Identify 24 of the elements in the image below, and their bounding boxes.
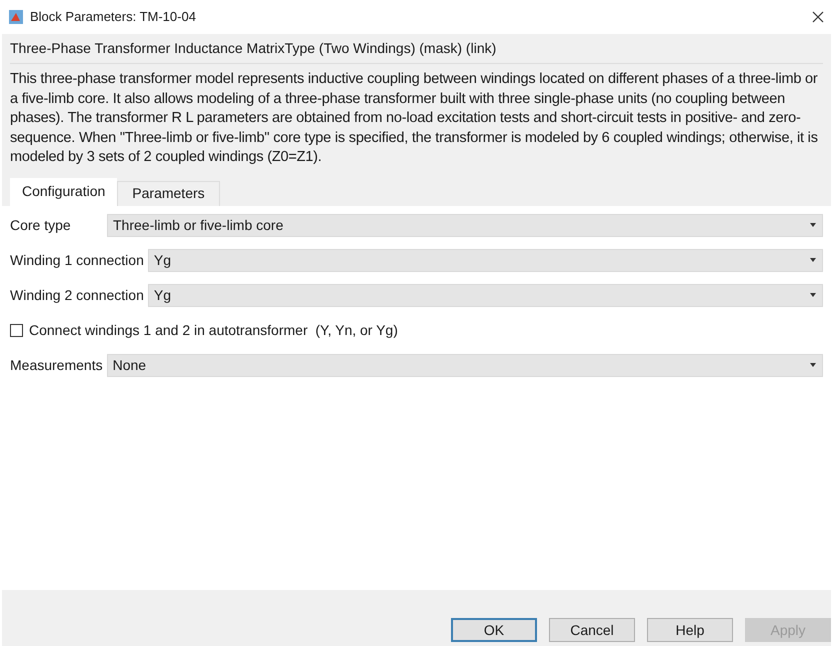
caret-icon [810, 258, 816, 262]
dialog-button[interactable]: Help [647, 618, 733, 642]
close-icon[interactable] [811, 10, 825, 24]
dialog-button[interactable]: Cancel [549, 618, 635, 642]
dropdown[interactable]: Yg [148, 248, 823, 272]
checkbox-label: Connect windings 1 and 2 in autotransformer (Y, Yn, or Yg) [29, 320, 398, 340]
tab[interactable]: Configuration [10, 178, 118, 206]
field-label: Core type [10, 216, 72, 235]
app-icon [8, 9, 24, 25]
dialog-button[interactable]: OK [451, 618, 537, 642]
dropdown[interactable]: Yg [148, 284, 823, 306]
field-label: Winding 1 connection [10, 250, 144, 270]
dropdown[interactable]: Three-limb or five-limb core [107, 214, 823, 236]
field-label: Winding 2 connection [10, 286, 144, 305]
block-description: This three-phase transformer model represents inductive coupling between windings located on different phases of a three-limb or a five-limb core. It also allows modeling of a three-phase transformer built with three single-phase units (no coupling between phases). The transformer R L parameters are obtained from no-load excitation tests and short-circuit tests in positive- and zero-sequence. When "Three-limb or five-limb" core type is specified, the transformer is modeled by 6 coupled windings; otherwise, it is modeled by 3 sets of 2 coupled windings (Z0=Z1). [10, 70, 819, 167]
dropdown[interactable]: None [106, 354, 823, 376]
checkbox[interactable] [10, 324, 23, 336]
window-title: Block Parameters: TM-10-04 [30, 8, 196, 26]
caret-icon [810, 363, 816, 367]
field-label: Measurements [10, 356, 103, 374]
tab[interactable]: Parameters [117, 180, 220, 206]
caret-icon [810, 293, 816, 297]
block-title: Three-Phase Transformer Inductance MatrixType (Two Windings) (mask) (link) [10, 38, 823, 64]
caret-icon [810, 223, 816, 227]
